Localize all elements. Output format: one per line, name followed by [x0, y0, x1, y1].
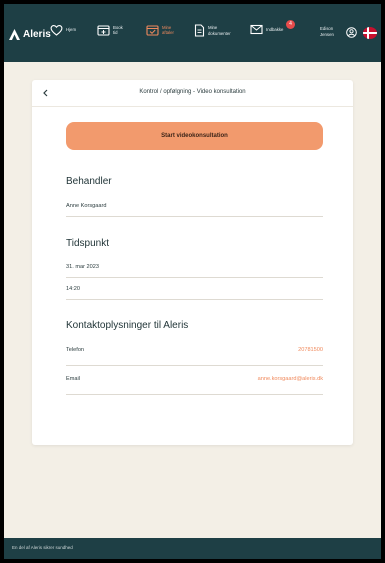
footer-text: En del af Aleris sikrer sundhed	[12, 545, 73, 550]
mail-icon	[250, 24, 263, 35]
nav-item-indbakke[interactable]: Indbakke 4	[250, 20, 295, 35]
divider	[66, 365, 323, 366]
footer: En del af Aleris sikrer sundhed	[4, 538, 381, 559]
nav-label-mine-aftaler: Mine aftaler	[162, 24, 174, 36]
page-title: Kontrol / opfølgning - Video konsultatio…	[139, 89, 246, 95]
card-header: Kontrol / opfølgning - Video konsultatio…	[32, 80, 353, 107]
start-video-consultation-button[interactable]: Start videokonsultation	[66, 122, 323, 150]
nav-item-book-tid[interactable]: Book tid	[97, 24, 123, 36]
divider	[66, 216, 323, 217]
app-screen: Aleris Hjem Book tid Mine aftaler Mine d…	[4, 4, 381, 559]
nav-label-indbakke: Indbakke	[266, 26, 284, 32]
phone-link[interactable]: 20781500	[298, 347, 323, 353]
calendar-check-icon	[146, 25, 159, 36]
tidspunkt-heading: Tidspunkt	[66, 238, 109, 249]
phone-label: Telefon	[66, 347, 85, 353]
appointment-date: 31. mar 2023	[66, 264, 99, 270]
divider	[66, 394, 323, 395]
appointment-time: 14:20	[66, 286, 80, 292]
behandler-heading: Behandler	[66, 176, 112, 187]
denmark-flag-icon[interactable]	[363, 27, 377, 39]
email-label: Email	[66, 376, 80, 382]
divider	[66, 277, 323, 278]
nav-item-mine-aftaler[interactable]: Mine aftaler	[146, 24, 174, 36]
user-icon[interactable]	[346, 27, 357, 38]
calendar-add-icon	[97, 25, 110, 36]
nav-item-hjem[interactable]: Hjem	[50, 24, 76, 36]
brand-name: Aleris	[23, 29, 51, 40]
heart-icon	[50, 25, 63, 36]
email-link[interactable]: anne.korsgaard@aleris.dk	[258, 376, 323, 382]
aleris-logo-icon	[9, 29, 20, 40]
behandler-name: Anne Korsgaard	[66, 203, 107, 209]
nav-label-book-tid: Book tid	[113, 24, 123, 36]
document-icon	[194, 24, 205, 37]
unread-badge: 4	[286, 20, 295, 29]
divider	[66, 299, 323, 300]
contact-heading: Kontaktoplysninger til Aleris	[66, 320, 189, 331]
nav-label-hjem: Hjem	[66, 27, 77, 33]
aleris-logo[interactable]: Aleris	[8, 28, 51, 41]
top-navigation-bar: Aleris Hjem Book tid Mine aftaler Mine d…	[4, 4, 381, 62]
nav-label-mine-dokumenter: Mine dokumenter	[208, 25, 231, 36]
user-name[interactable]: Edison Jensen	[320, 26, 334, 37]
appointment-card: Kontrol / opfølgning - Video konsultatio…	[32, 80, 353, 445]
nav-item-mine-dokumenter[interactable]: Mine dokumenter	[194, 24, 231, 37]
